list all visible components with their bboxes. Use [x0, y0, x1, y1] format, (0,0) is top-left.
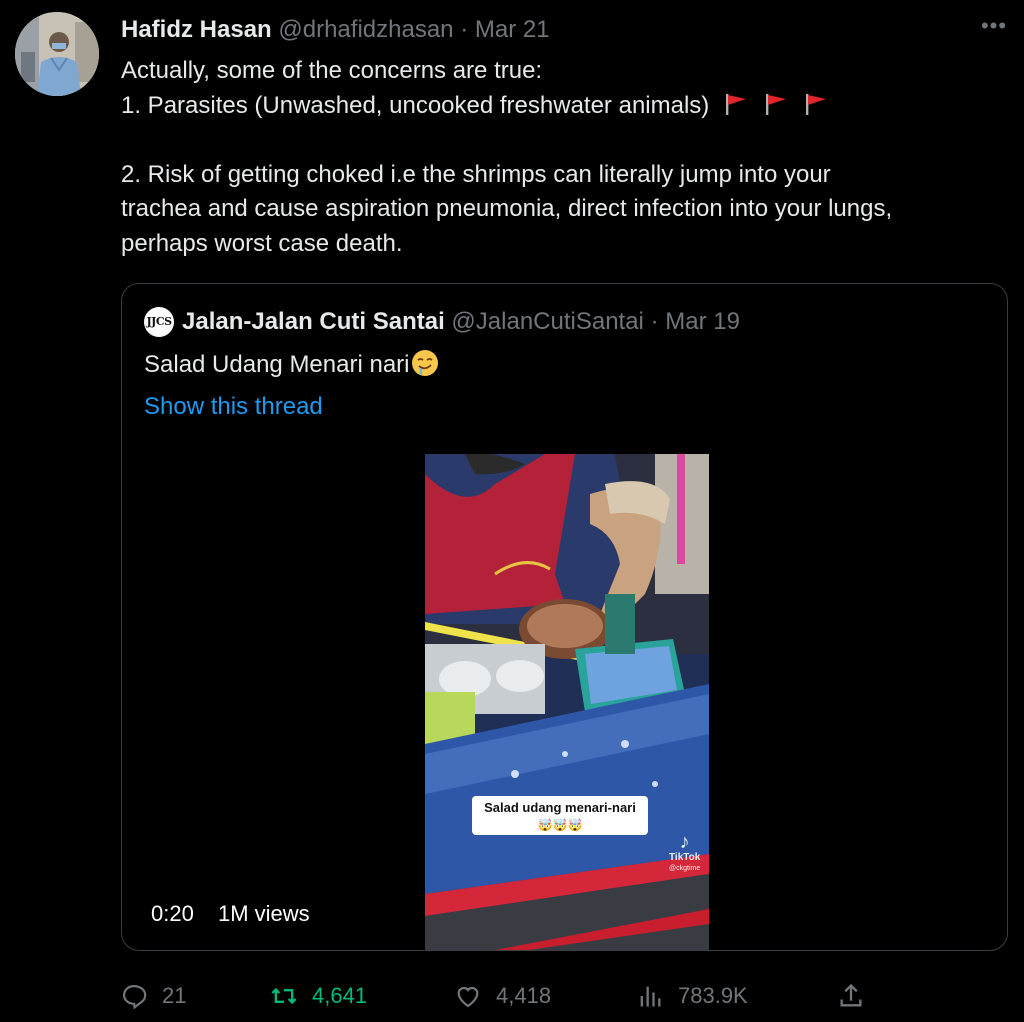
quoted-text-row: Salad Udang Menari nari [144, 348, 440, 382]
quoted-author-avatar[interactable]: JJCS [144, 307, 174, 337]
author-avatar[interactable] [15, 12, 99, 96]
share-button[interactable] [837, 976, 879, 1016]
video-caption-text: Salad udang menari-nari [484, 800, 636, 815]
video-caption-emoji: 🤯🤯🤯 [526, 818, 594, 833]
reply-count: 21 [162, 983, 187, 1008]
retweet-button[interactable]: 4,641 [270, 976, 367, 1016]
more-options-icon[interactable]: ••• [978, 12, 1010, 44]
drooling-face-icon [410, 348, 440, 378]
video-views: 1M views [218, 901, 310, 926]
author-name[interactable]: Hafidz Hasan [121, 16, 272, 43]
views-button[interactable]: 783.9K [636, 976, 748, 1016]
views-count: 783.9K [678, 983, 748, 1008]
video-frame [425, 454, 709, 950]
quoted-author-name[interactable]: Jalan-Jalan Cuti Santai [182, 308, 445, 335]
retweet-icon [271, 987, 297, 1005]
author-handle[interactable]: @drhafidzhasan [278, 16, 453, 43]
video-duration: 0:20 [151, 901, 194, 926]
reply-button[interactable]: 21 [120, 976, 186, 1016]
show-thread-link[interactable]: Show this thread [144, 390, 323, 424]
tweet-line: perhaps worst case death. [121, 229, 403, 257]
tweet-date[interactable]: Mar 21 [475, 16, 550, 43]
quoted-text: Salad Udang Menari nari [144, 351, 410, 378]
reply-icon [122, 984, 147, 1010]
like-button[interactable]: 4,418 [454, 976, 551, 1016]
header-separator: · [460, 16, 469, 43]
avatar-photo [15, 12, 99, 96]
heart-icon [457, 987, 479, 1008]
tweet-line: 2. Risk of getting choked i.e the shrimp… [121, 160, 831, 188]
quoted-separator: · [650, 308, 659, 335]
tiktok-watermark: ♪ TikTok @ckgtime [669, 832, 700, 874]
tiktok-logo-icon: ♪ [679, 831, 690, 853]
quoted-tweet[interactable]: JJCS Jalan-Jalan Cuti Santai @JalanCutiS… [121, 283, 1008, 951]
tweet-line-with-flags: 1. Parasites (Unwashed, uncooked freshwa… [121, 89, 1011, 124]
red-flag-icon [803, 92, 829, 116]
tiktok-user: @ckgtime [669, 865, 701, 872]
tweet-header: Hafidz Hasan @drhafidzhasan · Mar 21 [121, 14, 550, 46]
red-flag-icon [763, 92, 789, 116]
bar-chart-icon [640, 986, 661, 1007]
share-icon [840, 983, 862, 1007]
video-caption: Salad udang menari-nari 🤯🤯🤯 [472, 796, 648, 835]
tweet-line: Actually, some of the concerns are true: [121, 57, 543, 84]
quoted-date[interactable]: Mar 19 [665, 308, 740, 335]
retweet-count: 4,641 [312, 983, 368, 1008]
quoted-author-handle[interactable]: @JalanCutiSantai [451, 308, 643, 335]
video-player[interactable]: Salad udang menari-nari 🤯🤯🤯 ♪ TikTok @ck… [425, 454, 709, 950]
tiktok-label: TikTok [669, 852, 701, 863]
like-count: 4,418 [496, 983, 552, 1008]
tweet-text: Actually, some of the concerns are true:… [121, 54, 1011, 261]
quoted-header: Jalan-Jalan Cuti Santai @JalanCutiSantai… [182, 306, 740, 338]
action-bar: 21 4,641 4,418 783.9K [0, 976, 1024, 1016]
tweet-line: 1. Parasites (Unwashed, uncooked freshwa… [121, 91, 710, 119]
tweet-line: trachea and cause aspiration pneumonia, … [121, 195, 893, 222]
red-flag-icon [723, 92, 749, 116]
